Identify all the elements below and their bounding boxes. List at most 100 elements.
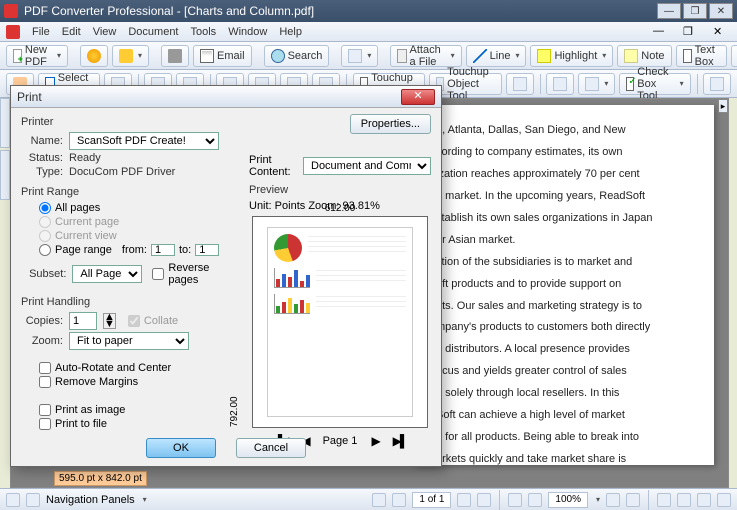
all-pages-radio[interactable]: All pages — [39, 202, 241, 214]
tool-h-button[interactable] — [703, 73, 731, 95]
close-button[interactable]: ✕ — [709, 3, 733, 19]
collate-check[interactable]: Collate — [128, 315, 178, 327]
print-button[interactable] — [161, 45, 189, 67]
panels-icon[interactable] — [26, 493, 40, 507]
doc-minimize-button[interactable]: — — [653, 25, 671, 39]
print-icon — [168, 49, 182, 63]
view-mode-2[interactable] — [677, 493, 691, 507]
status-value: Ready — [69, 152, 101, 164]
new-pdf-button[interactable]: New PDF▾ — [6, 45, 68, 67]
zoom-in-status[interactable] — [528, 493, 542, 507]
doc-restore-button[interactable]: ❐ — [683, 25, 701, 39]
last-page-button[interactable] — [477, 493, 491, 507]
menu-view[interactable]: View — [93, 26, 117, 38]
dialog-title: Print — [17, 90, 401, 104]
prev-page-button[interactable] — [392, 493, 406, 507]
copies-input[interactable] — [69, 312, 97, 330]
preview-page — [267, 227, 413, 417]
checkbox-tool-button[interactable]: Check Box Tool▾ — [619, 73, 690, 95]
menu-tools[interactable]: Tools — [191, 26, 217, 38]
g-icon — [585, 77, 599, 91]
preview-pie-icon — [274, 234, 302, 262]
stamp-button[interactable]: Stamp — [731, 45, 737, 67]
line-icon — [473, 49, 487, 63]
fit-width-button[interactable] — [606, 493, 620, 507]
printimage-check[interactable]: Print as image — [39, 404, 241, 416]
page-indicator[interactable]: 1 of 1 — [412, 492, 451, 508]
checkbox-icon — [626, 77, 634, 91]
document-page: a, Atlanta, Dallas, San Diego, and New c… — [414, 105, 714, 465]
menu-document[interactable]: Document — [128, 26, 178, 38]
printcontent-select[interactable]: Document and Comments — [303, 157, 431, 175]
tool-dropdown[interactable]: ▾ — [341, 45, 378, 67]
ok-button[interactable]: OK — [146, 438, 216, 458]
printer-name-select[interactable]: ScanSoft PDF Create! — [69, 132, 219, 150]
zoom-out-status[interactable] — [508, 493, 522, 507]
nav-panels-label[interactable]: Navigation Panels — [46, 494, 135, 506]
note-button[interactable]: Note — [617, 45, 671, 67]
type-value: DocuCom PDF Driver — [69, 166, 175, 178]
line-button[interactable]: Line▾ — [466, 45, 527, 67]
menu-help[interactable]: Help — [279, 26, 302, 38]
email-button[interactable]: Email — [193, 45, 252, 67]
maximize-button[interactable]: ❐ — [683, 3, 707, 19]
current-view-radio[interactable]: Current view — [39, 230, 241, 242]
doc-line: d market. In the upcoming years, ReadSof… — [436, 189, 692, 205]
zoom-select[interactable]: Fit to paper — [69, 332, 189, 350]
to-input[interactable] — [195, 244, 219, 256]
tool-f-button[interactable] — [546, 73, 574, 95]
app-icon — [4, 4, 18, 18]
save-icon — [119, 49, 133, 63]
reverse-pages-check[interactable]: Reverse pages — [152, 262, 241, 286]
doc-line: Soft can achieve a high level of market — [436, 408, 692, 424]
copies-down[interactable]: ▼ — [104, 321, 115, 328]
properties-button[interactable]: Properties... — [350, 114, 431, 134]
minimize-button[interactable]: — — [657, 3, 681, 19]
cancel-button[interactable]: Cancel — [236, 438, 306, 458]
scroll-tab[interactable]: ▸ — [718, 99, 728, 113]
expand-icon[interactable] — [6, 493, 20, 507]
e-icon — [513, 77, 527, 91]
open-button[interactable] — [80, 45, 108, 67]
tool-e-button[interactable] — [506, 73, 534, 95]
doc-line: ets. Our sales and marketing strategy is… — [436, 299, 692, 315]
menu-file[interactable]: File — [32, 26, 50, 38]
removemargins-check[interactable]: Remove Margins — [39, 376, 241, 388]
menu-bar: File Edit View Document Tools Window Hel… — [0, 22, 737, 42]
zoom-indicator[interactable]: 100% — [548, 492, 588, 508]
view-mode-3[interactable] — [697, 493, 711, 507]
doc-line: a, Atlanta, Dallas, San Diego, and New — [436, 123, 692, 139]
subset-select[interactable]: All Pages — [72, 265, 142, 283]
left-tab-1[interactable] — [0, 98, 10, 148]
next-page-button[interactable] — [457, 493, 471, 507]
page-range-radio[interactable]: Page range from: to: — [39, 244, 241, 256]
zoom-label: Zoom: — [21, 335, 63, 347]
from-input[interactable] — [151, 244, 175, 256]
attach-file-button[interactable]: Attach a File▾ — [390, 45, 461, 67]
menu-window[interactable]: Window — [228, 26, 267, 38]
view-mode-1[interactable] — [657, 493, 671, 507]
left-tab-2[interactable] — [0, 150, 10, 200]
doc-close-button[interactable]: ✕ — [713, 25, 731, 39]
view-mode-4[interactable] — [717, 493, 731, 507]
highlight-button[interactable]: Highlight▾ — [530, 45, 613, 67]
attach-icon — [397, 49, 406, 63]
autorotate-check[interactable]: Auto-Rotate and Center — [39, 362, 241, 374]
textbox-button[interactable]: Text Box — [676, 45, 727, 67]
handling-group-label: Print Handling — [21, 296, 241, 308]
save-button[interactable]: ▾ — [112, 45, 149, 67]
preview-width: 612.00 — [253, 203, 427, 214]
preview-area: 612.00 792.00 — [252, 216, 428, 428]
tool-g-button[interactable]: ▾ — [578, 73, 615, 95]
search-button[interactable]: Search — [264, 45, 330, 67]
dialog-close-button[interactable]: ✕ — [401, 89, 435, 105]
menu-edit[interactable]: Edit — [62, 26, 81, 38]
new-pdf-icon — [13, 49, 22, 63]
first-page-button[interactable] — [372, 493, 386, 507]
printfile-check[interactable]: Print to file — [39, 418, 241, 430]
current-page-radio[interactable]: Current page — [39, 216, 241, 228]
status-bar: Navigation Panels▾ 1 of 1 100%▾ — [0, 488, 737, 510]
window-titlebar: PDF Converter Professional - [Charts and… — [0, 0, 737, 22]
print-dialog: Print ✕ Printer Name: ScanSoft PDF Creat… — [10, 85, 442, 467]
fit-page-button[interactable] — [626, 493, 640, 507]
